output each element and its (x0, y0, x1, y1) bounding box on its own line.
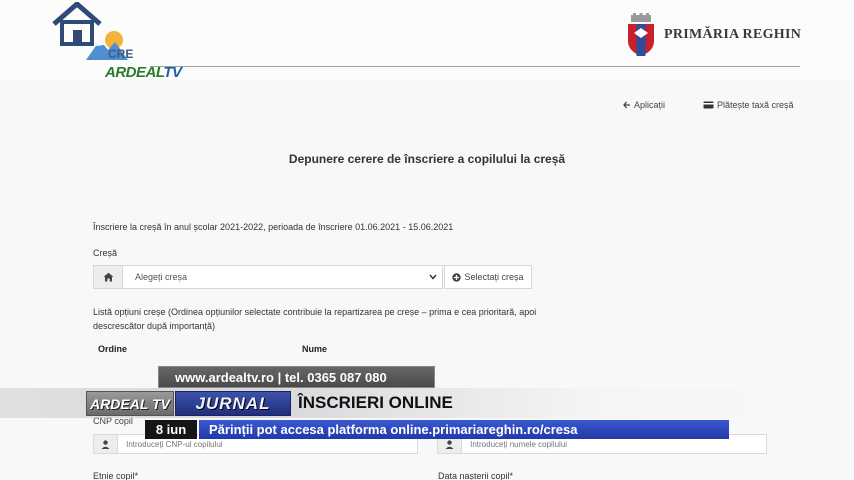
headline-text: ÎNSCRIERI ONLINE (298, 393, 453, 412)
date-badge: 8 iun (145, 420, 197, 439)
jurnal-badge: JURNAL (175, 391, 291, 416)
plus-circle-icon (452, 272, 462, 282)
contact-banner: www.ardealtv.ro | tel. 0365 087 080 (158, 366, 435, 388)
cresa-addon (94, 266, 123, 288)
cresa-select[interactable]: Alegeți creșa (93, 265, 443, 289)
ticker-text: Părinții pot accesa platforma online.pri… (209, 422, 578, 437)
logo-cres-text: CRE (108, 47, 134, 61)
primaria-title: PRIMĂRIA REGHIN (664, 27, 802, 42)
cresa-label: Creșă (93, 248, 118, 258)
etnie-label: Etnie copil* (93, 471, 139, 480)
aplicatii-label: Aplicații (634, 100, 666, 110)
home-icon (103, 272, 113, 282)
user-icon (445, 439, 454, 449)
ardeal-tv-logo[interactable]: CRE ARDEALTV (50, 2, 182, 81)
plateste-taxa-link[interactable]: Plătește taxă creșă (703, 100, 794, 110)
user-icon (101, 439, 110, 449)
cnp-addon (94, 435, 119, 453)
enrollment-period-text: Înscriere la creșă în anul școlar 2021-2… (93, 222, 454, 232)
plateste-label: Plătește taxă creșă (717, 100, 794, 110)
cresa-select-value: Alegeți creșa (135, 272, 188, 282)
birth-date-label: Data nașterii copil* (438, 471, 514, 480)
select-cresa-button[interactable]: Selectați creșa (444, 265, 532, 289)
page-title: Depunere cerere de înscriere a copilului… (288, 152, 566, 166)
coat-of-arms-icon (628, 13, 654, 56)
column-order-header: Ordine (98, 344, 128, 354)
arrow-left-icon (623, 101, 630, 109)
credit-card-icon (703, 101, 714, 109)
aplicatii-link[interactable]: Aplicații (623, 100, 665, 110)
header-divider (150, 66, 800, 67)
ticker-bar: Părinții pot accesa platforma online.pri… (199, 420, 729, 439)
options-list-text: Listă opțiuni creșe (Ordinea opțiunilor … (93, 307, 537, 331)
primaria-reghin-logo[interactable]: PRIMĂRIA REGHIN (626, 12, 801, 58)
column-name-header: Nume (302, 344, 328, 354)
chevron-down-icon (424, 266, 442, 288)
select-cresa-label: Selectați creșa (464, 272, 524, 282)
contact-text: www.ardealtv.ro | tel. 0365 087 080 (175, 370, 387, 385)
ardeal-tv-badge: ARDEAL TV (86, 391, 174, 416)
site-header: CRE ARDEALTV PRIMĂRIA REGHIN (0, 0, 854, 81)
